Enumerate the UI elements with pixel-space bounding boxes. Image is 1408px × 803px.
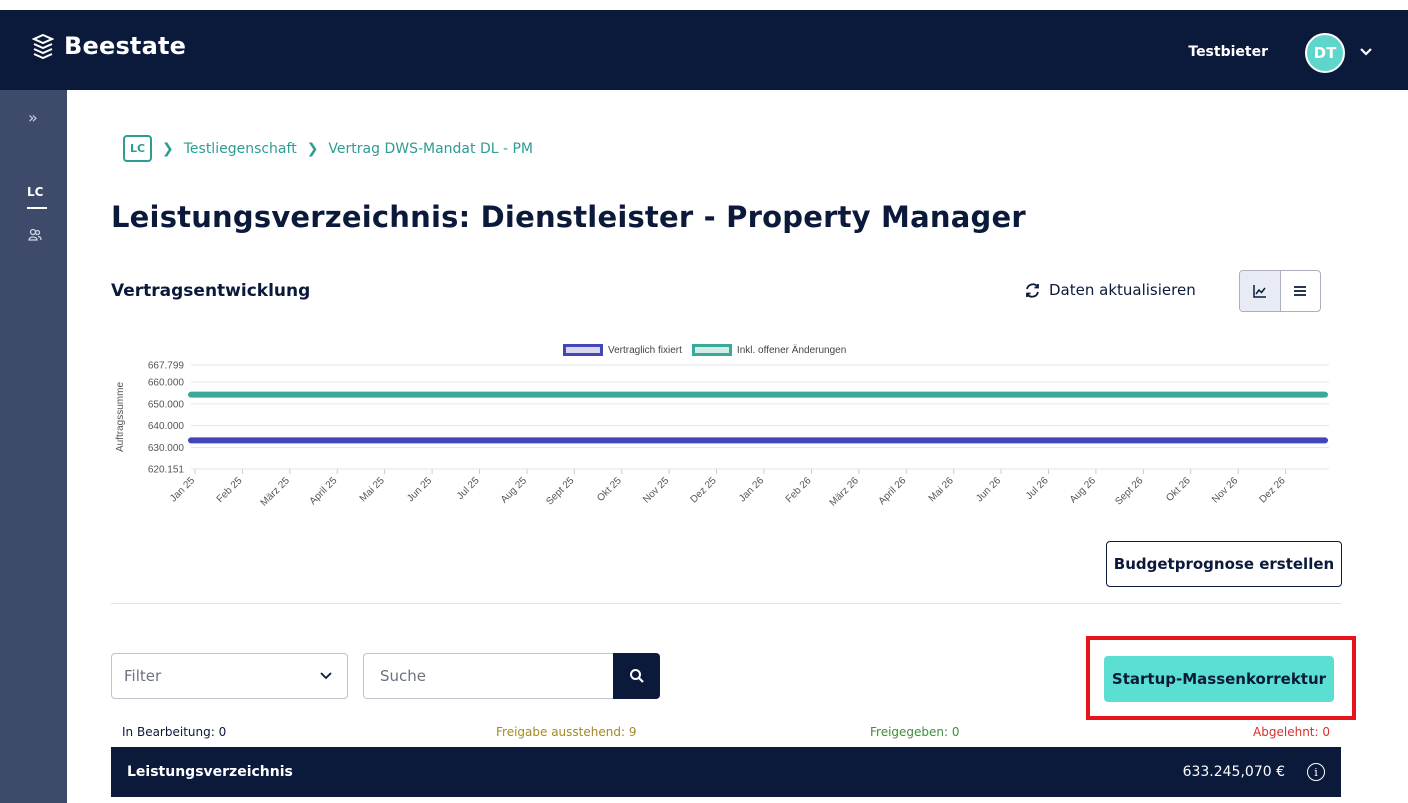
breadcrumb-item-contract[interactable]: Vertrag DWS-Mandat DL - PM — [328, 141, 533, 157]
chart-view-button[interactable] — [1240, 271, 1281, 311]
x-tick-label: Okt 25 — [595, 475, 624, 504]
chart-plot: 667.799 660.000 650.000 640.000 630.000 620.1… — [115, 361, 1329, 509]
user-name[interactable]: Testbieter — [1188, 44, 1268, 60]
x-tick-label: Dez 26 — [1258, 475, 1288, 505]
search-icon — [629, 669, 644, 683]
expand-sidebar-icon[interactable]: » — [28, 108, 38, 127]
chevron-right-icon: ❯ — [306, 140, 319, 157]
refresh-data-button[interactable]: Daten aktualisieren — [1024, 281, 1196, 299]
x-tick-label: Mai 26 — [927, 475, 956, 504]
x-tick-label: Sept 26 — [1113, 475, 1145, 507]
x-tick-label: Mai 25 — [358, 475, 387, 504]
layers-icon — [32, 33, 54, 59]
breadcrumb-item-property[interactable]: Testliegenschaft — [184, 141, 297, 157]
x-tick-label: Dez 25 — [689, 475, 719, 505]
y-tick-label: 650.000 — [148, 399, 185, 410]
top-navigation-bar: Beestate Testbieter DT — [0, 0, 1408, 90]
active-indicator — [27, 207, 47, 209]
x-tick-label: Nov 25 — [641, 475, 671, 505]
chevron-down-icon — [320, 672, 332, 680]
people-icon[interactable] — [28, 228, 42, 242]
y-tick-label: 620.151 — [148, 465, 185, 476]
x-tick-label: Aug 26 — [1068, 475, 1098, 505]
x-tick-label: Jan 26 — [737, 475, 766, 504]
x-tick-label: Jul 26 — [1024, 475, 1051, 502]
filter-select[interactable]: Filter — [111, 653, 348, 699]
y-tick-label: 640.000 — [148, 421, 185, 432]
info-icon[interactable]: i — [1307, 763, 1325, 781]
x-tick-label: Sept 25 — [544, 475, 576, 507]
list-view-button[interactable] — [1281, 271, 1321, 311]
status-in-progress: In Bearbeitung: 0 — [122, 725, 227, 739]
table-header[interactable]: Leistungsverzeichnis 633.245,070 € i — [111, 747, 1341, 797]
x-tick-label: Aug 25 — [499, 475, 529, 505]
filter-placeholder: Filter — [124, 667, 162, 685]
refresh-label: Daten aktualisieren — [1049, 281, 1196, 299]
brand-name: Beestate — [64, 32, 187, 60]
brand-logo[interactable]: Beestate — [32, 32, 186, 60]
x-tick-label: Jun 25 — [405, 475, 434, 504]
line-chart-icon — [1253, 285, 1266, 298]
search-input[interactable] — [363, 653, 614, 699]
x-tick-label: März 25 — [259, 475, 293, 509]
window-frame — [0, 0, 1408, 10]
section-title: Vertragsentwicklung — [111, 281, 311, 301]
sidebar: » LC — [0, 90, 67, 803]
table-total-group: 633.245,070 € i — [1183, 763, 1325, 781]
sidebar-item-lc[interactable]: LC — [27, 185, 43, 199]
status-summary: In Bearbeitung: 0 Freigabe ausstehend: 9… — [122, 725, 1330, 743]
y-tick-label: 660.000 — [148, 378, 185, 389]
chevron-down-icon[interactable] — [1358, 46, 1374, 58]
y-tick-label: 667.799 — [148, 361, 185, 372]
x-tick-label: Jul 25 — [455, 475, 482, 502]
x-tick-label: Feb 26 — [784, 475, 814, 505]
x-tick-label: März 26 — [828, 475, 862, 509]
x-tick-label: April 25 — [308, 475, 340, 507]
breadcrumb: LC ❯ Testliegenschaft ❯ Vertrag DWS-Mand… — [123, 135, 533, 162]
y-tick-label: 630.000 — [148, 443, 185, 454]
page-title: Leistungsverzeichnis: Dienstleister - Pr… — [111, 200, 1026, 234]
status-rejected: Abgelehnt: 0 — [1253, 725, 1330, 739]
refresh-icon — [1026, 282, 1039, 298]
avatar[interactable]: DT — [1305, 33, 1345, 73]
chevron-right-icon: ❯ — [162, 140, 174, 157]
contract-development-chart: Vertraglich fixiert Inkl. offener Änderu… — [111, 335, 1341, 525]
table-title: Leistungsverzeichnis — [127, 764, 293, 780]
x-tick-label: April 26 — [877, 475, 909, 507]
section-divider — [111, 603, 1341, 604]
x-tick-label: Jun 26 — [974, 475, 1003, 504]
view-toggle — [1239, 270, 1321, 312]
x-tick-label: Nov 26 — [1210, 475, 1240, 505]
startup-mass-correction-button[interactable]: Startup-Massenkorrektur — [1104, 656, 1334, 702]
status-pending: Freigabe ausstehend: 9 — [496, 725, 637, 739]
x-tick-label: Jan 25 — [168, 475, 197, 504]
breadcrumb-root-badge[interactable]: LC — [123, 135, 152, 162]
y-axis-label: Auftragssumme — [115, 382, 126, 452]
table-total: 633.245,070 € — [1182, 764, 1285, 780]
search-button[interactable] — [613, 653, 660, 699]
list-icon — [1294, 286, 1307, 296]
x-tick-label: Feb 25 — [215, 475, 245, 505]
create-budget-forecast-button[interactable]: Budgetprognose erstellen — [1106, 541, 1342, 587]
x-tick-label: Okt 26 — [1164, 475, 1193, 504]
status-released: Freigegeben: 0 — [870, 725, 960, 739]
